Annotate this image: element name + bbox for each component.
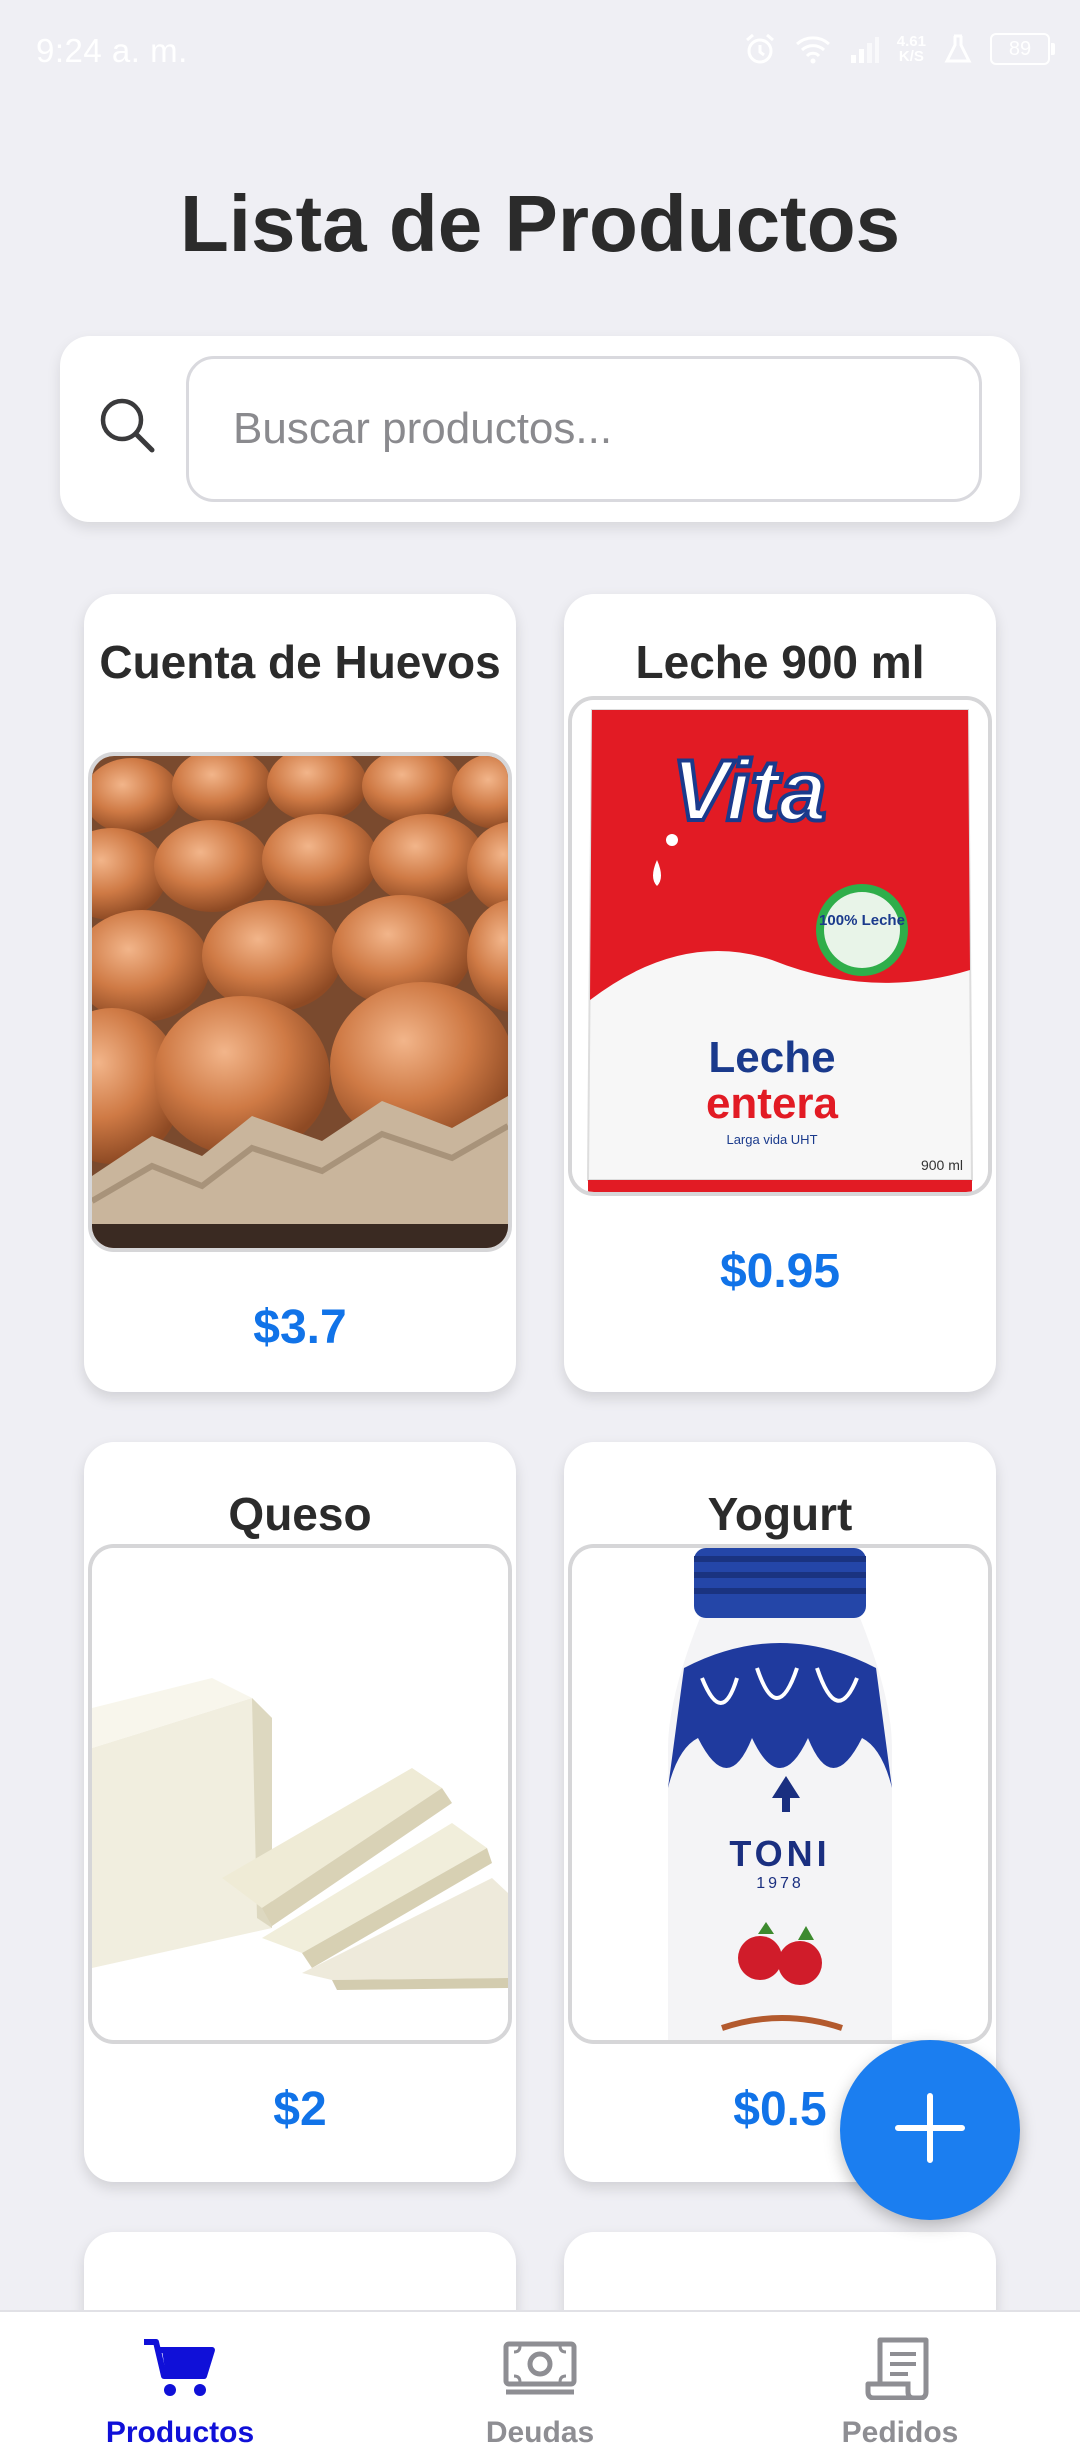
svg-text:Larga vida UHT: Larga vida UHT bbox=[726, 1132, 817, 1147]
product-card-queso[interactable]: Queso $2 bbox=[84, 1442, 516, 2182]
nav-label: Pedidos bbox=[841, 2416, 959, 2449]
nav-item-productos[interactable]: Productos bbox=[0, 2312, 360, 2461]
product-name: Cuenta de Huevos bbox=[99, 636, 501, 688]
nav-label: Deudas bbox=[485, 2416, 595, 2449]
svg-text:entera: entera bbox=[706, 1079, 839, 1128]
svg-text:900 ml: 900 ml bbox=[921, 1157, 963, 1173]
add-product-button[interactable] bbox=[840, 2040, 1020, 2220]
svg-text:Leche: Leche bbox=[708, 1033, 835, 1082]
product-name: Queso bbox=[228, 1488, 372, 1540]
product-price: $0.95 bbox=[719, 1245, 841, 1298]
product-card-huevos[interactable]: Cuenta de Huevos $3.7 bbox=[84, 594, 516, 1392]
product-name: Yogurt bbox=[707, 1488, 853, 1540]
bottom-navigation: Productos Deudas Pedidos bbox=[0, 2310, 1080, 2461]
product-card-partial[interactable] bbox=[564, 2232, 996, 2310]
product-name: Leche 900 ml bbox=[635, 636, 925, 688]
product-card-partial[interactable] bbox=[84, 2232, 516, 2310]
product-image-yogurt: TONI 1978 bbox=[568, 1544, 992, 2044]
product-price: $3.7 bbox=[253, 1301, 347, 1354]
product-image-milk: Vita 100% Leche Leche entera Larga vida … bbox=[568, 696, 992, 1196]
product-grid: Cuenta de Huevos $3.7 Leche 900 ml Vita … bbox=[0, 0, 1080, 2310]
svg-text:1978: 1978 bbox=[756, 1875, 804, 1892]
product-card-leche[interactable]: Leche 900 ml Vita 100% Leche Leche enter… bbox=[564, 594, 996, 1392]
nav-item-pedidos[interactable]: Pedidos bbox=[720, 2312, 1080, 2461]
nav-label: Productos bbox=[105, 2416, 255, 2449]
svg-text:100% Leche: 100% Leche bbox=[819, 912, 905, 929]
product-image-eggs bbox=[88, 752, 512, 1252]
svg-text:Vita: Vita bbox=[672, 743, 827, 839]
plus-icon bbox=[892, 2090, 968, 2171]
product-image-cheese bbox=[88, 1544, 512, 2044]
svg-text:TONI: TONI bbox=[729, 1833, 830, 1874]
nav-item-deudas[interactable]: Deudas bbox=[360, 2312, 720, 2461]
product-price: $2 bbox=[273, 2083, 327, 2136]
